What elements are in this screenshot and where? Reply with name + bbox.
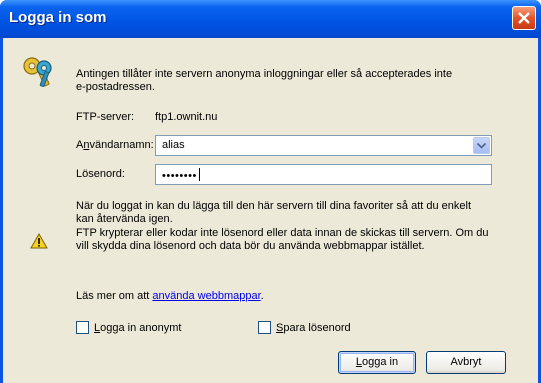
- password-field[interactable]: ••••••••: [155, 164, 492, 185]
- info-line-1: När du loggat in kan du lägga till den h…: [76, 200, 472, 212]
- anonymous-login-label[interactable]: Logga in anonymt: [94, 322, 181, 335]
- window-title: Logga in som: [9, 9, 107, 26]
- username-dropdown-button[interactable]: [473, 137, 490, 154]
- info-line-4: vill skydda dina lösenord och data bör d…: [76, 240, 425, 252]
- message-line-1: Antingen tillåter inte servern anonyma i…: [76, 68, 453, 80]
- ftp-server-value: ftp1.ownit.nu: [155, 111, 218, 123]
- key-icon: [23, 57, 52, 87]
- save-password-checkbox[interactable]: [258, 321, 271, 334]
- learn-more-text: Läs mer om att använda webbmappar.: [76, 290, 264, 302]
- username-value: alias: [162, 139, 185, 151]
- close-icon: [518, 12, 530, 24]
- ftp-server-label: FTP-server:: [76, 111, 135, 123]
- password-value: ••••••••: [162, 168, 200, 182]
- chevron-down-icon: [477, 143, 486, 149]
- anonymous-login-checkbox[interactable]: [76, 321, 89, 334]
- warning-icon: [30, 233, 48, 249]
- info-line-2: kan återvända igen.: [76, 213, 173, 225]
- title-bar[interactable]: Logga in som: [0, 0, 541, 38]
- save-password-label[interactable]: Spara lösenord: [276, 322, 351, 335]
- webfolders-link[interactable]: använda webbmappar: [152, 290, 260, 302]
- message-line-2: e-postadressen.: [76, 81, 155, 93]
- cancel-button[interactable]: Avbryt: [426, 351, 506, 374]
- close-button[interactable]: [512, 6, 536, 30]
- username-label: Användarnamn:: [76, 139, 154, 151]
- info-line-3: FTP krypterar eller kodar inte lösenord …: [76, 227, 489, 239]
- username-combobox[interactable]: alias: [155, 135, 492, 156]
- dialog-body: Antingen tillåter inte servern anonyma i…: [3, 38, 538, 383]
- login-dialog: Logga in som Antingen tillåter inte serv…: [0, 0, 541, 383]
- login-button[interactable]: Logga in: [338, 351, 416, 374]
- password-label: Lösenord:: [76, 168, 125, 180]
